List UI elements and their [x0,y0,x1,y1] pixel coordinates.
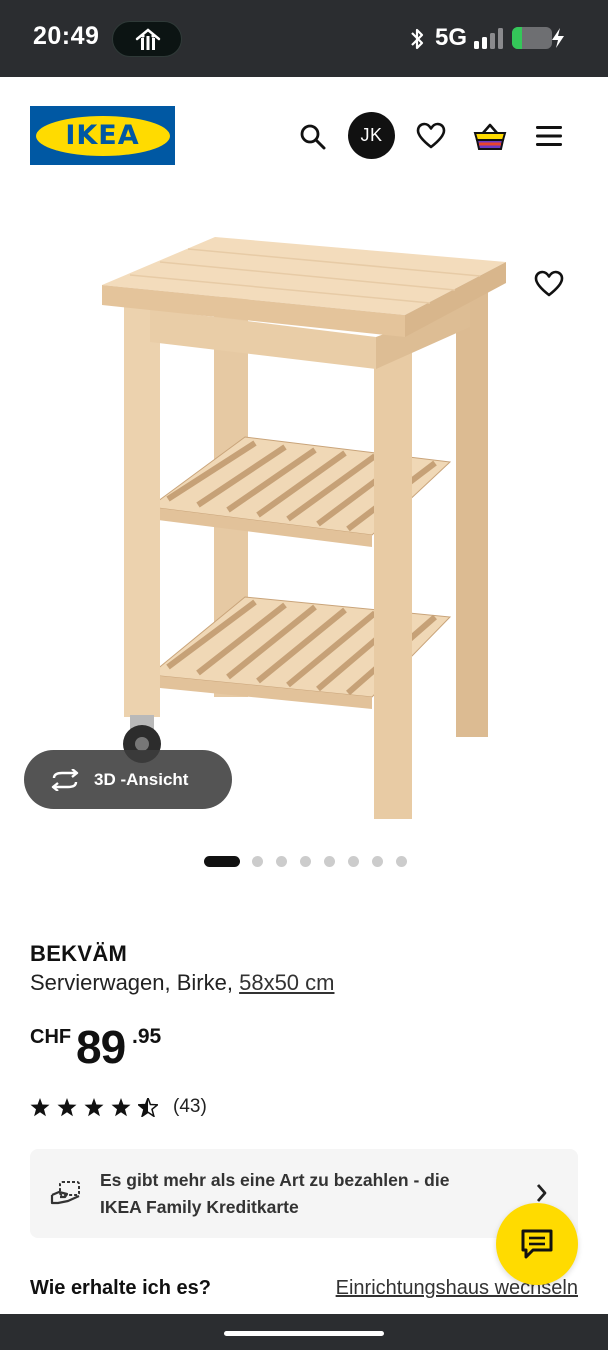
product-size-link[interactable]: 58x50 cm [239,970,334,995]
carousel-dot[interactable] [396,856,407,867]
carousel-dot[interactable] [300,856,311,867]
carousel-dot[interactable] [276,856,287,867]
battery-level-fill [512,27,522,49]
status-bar: 20:49 5G [0,0,608,77]
carousel-dot[interactable] [252,856,263,867]
save-to-list-heart-icon[interactable] [534,270,564,303]
product-description: Servierwagen, Birke, 58x50 cm [30,970,334,996]
carousel-dot[interactable] [348,856,359,867]
view-3d-button[interactable]: 3D -Ansicht [24,750,232,809]
star-full-icon [111,1097,131,1116]
image-carousel-dots [204,856,420,867]
star-full-icon [84,1097,104,1116]
bluetooth-icon [408,26,426,57]
home-indicator[interactable] [224,1331,384,1336]
star-half-icon [138,1097,158,1117]
promo-line-1: Es gibt mehr als eine Art zu bezahlen - … [100,1170,450,1190]
ikea-logo[interactable]: IKEA [30,106,175,165]
star-full-icon [30,1097,50,1116]
network-label: 5G [435,24,468,51]
product-description-text: Servierwagen, Birke, [30,970,240,995]
promo-line-2: IKEA Family Kreditkarte [100,1197,299,1217]
product-name: BEKVÄM [30,941,128,966]
chat-bubble-icon [521,1229,553,1259]
delivery-title: Wie erhalte ich es? [30,1277,211,1299]
carousel-dot[interactable] [372,856,383,867]
chat-button[interactable] [496,1203,578,1285]
shopping-bag-icon[interactable] [473,122,507,157]
product-rating[interactable]: (43) [30,1096,207,1118]
charging-bolt-icon [550,27,566,54]
rating-count: (43) [173,1096,207,1117]
card-hand-icon [50,1179,82,1212]
search-icon[interactable] [299,123,327,156]
bottom-system-bar [0,1314,608,1350]
activity-pill-icon[interactable] [112,21,182,57]
credit-card-promo[interactable]: Es gibt mehr als eine Art zu bezahlen - … [30,1149,578,1238]
price-currency: CHF [30,1026,72,1048]
status-time: 20:49 [33,22,100,50]
menu-icon[interactable] [536,125,562,152]
price-integer: 89 [76,1021,126,1073]
avatar[interactable]: JK [348,112,395,159]
promo-text: Es gibt mehr als eine Art zu bezahlen - … [100,1167,500,1221]
star-full-icon [57,1097,77,1116]
logo-text: IKEA [65,120,140,151]
battery-icon [512,27,552,49]
view-3d-label: 3D -Ansicht [94,769,189,789]
carousel-dot[interactable] [324,856,335,867]
heart-icon[interactable] [416,122,446,155]
site-header: IKEA JK [0,77,608,197]
rotate-3d-icon [51,768,79,791]
price-decimal: .95 [132,1025,162,1048]
logo-oval: IKEA [35,115,170,156]
carousel-dot-active[interactable] [204,856,240,867]
signal-icon [474,28,504,54]
